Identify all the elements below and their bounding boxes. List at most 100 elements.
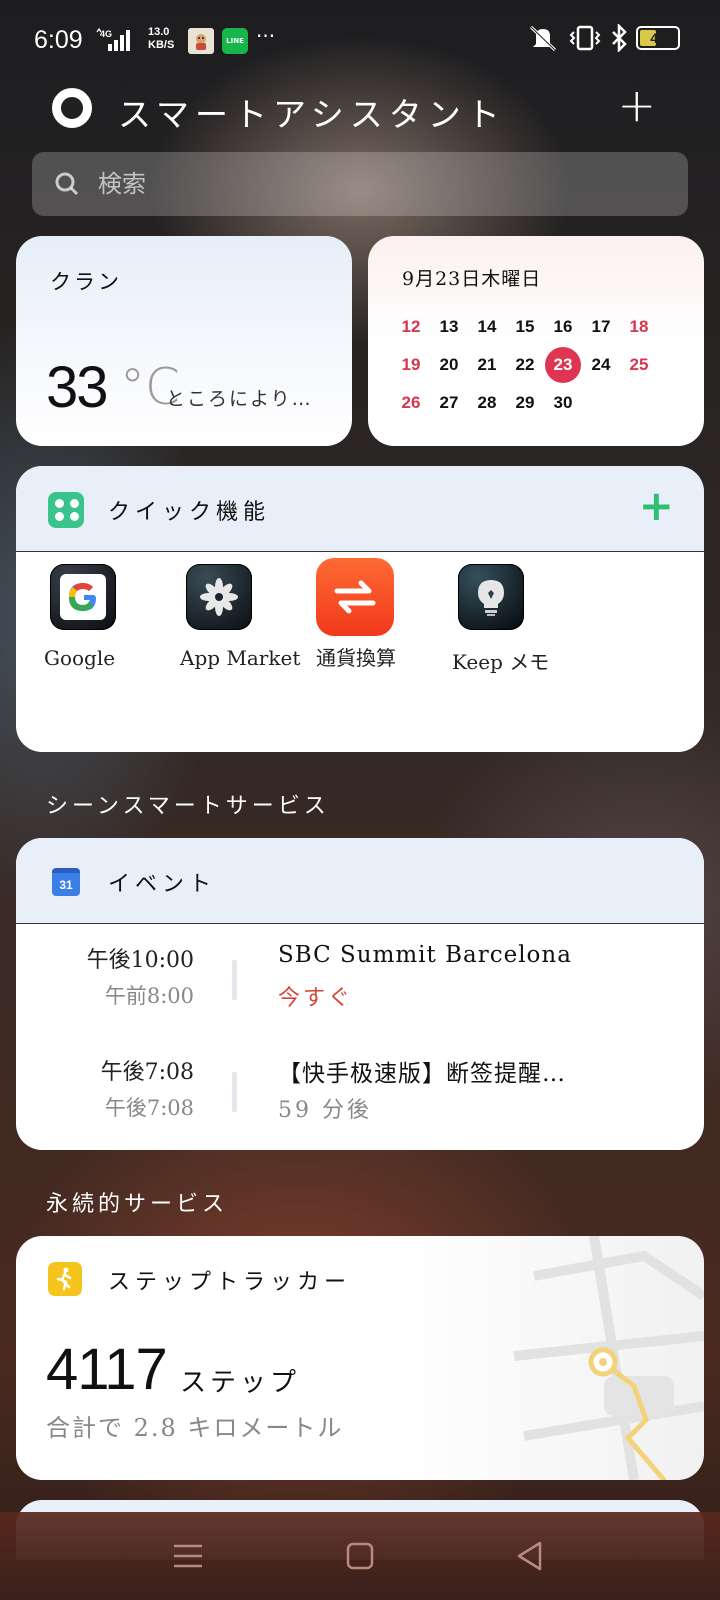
step-distance: 合計で 2.8 キロメートル	[46, 1414, 344, 1442]
network-type: 4G	[100, 29, 112, 39]
search-icon	[55, 172, 79, 196]
event-name: 【快手极速版】断签提醒…	[278, 1061, 566, 1087]
calendar-grid: 12 13 14 15 16 17 18 19 20 21 22 23 24 25 26 27 28 29 30	[392, 308, 688, 422]
menu-button[interactable]	[164, 1532, 212, 1580]
status-bar: 6:09 4G 13.0 KB/S LINE ··· 40	[0, 0, 720, 80]
quick-app-label: Keep メモ	[452, 650, 550, 674]
add-quick-function-button[interactable]: +	[639, 480, 674, 532]
header: スマートアシスタント +	[52, 82, 672, 134]
line-app-icon: LINE	[222, 28, 248, 54]
quick-app-currency[interactable]: 通貨換算	[316, 558, 452, 675]
home-button[interactable]	[336, 1532, 384, 1580]
events-card[interactable]: 31 イベント 午後10:00 午前8:00 SBC Summit Barcel…	[16, 838, 704, 1150]
calendar-day[interactable]: 26	[392, 385, 430, 421]
signal-icon: 4G	[96, 28, 130, 51]
calendar-day[interactable]: 22	[506, 347, 544, 383]
calendar-day[interactable]: 27	[430, 385, 468, 421]
calendar-day[interactable]: 24	[582, 347, 620, 383]
event-divider	[232, 960, 237, 1000]
calendar-week-row: 12 13 14 15 16 17 18	[392, 308, 688, 346]
step-tracker-title: ステップトラッカー	[108, 1270, 352, 1295]
currency-exchange-icon	[316, 558, 394, 636]
calendar-day[interactable]: 28	[468, 385, 506, 421]
assistant-logo-icon	[52, 88, 92, 128]
quick-functions-title: クイック機能	[108, 500, 271, 525]
calendar-day[interactable]: 14	[468, 309, 506, 345]
event-end-time: 午後7:08	[104, 1096, 194, 1120]
event-divider	[232, 1072, 237, 1112]
app-market-icon	[186, 564, 252, 630]
more-notifications-icon: ···	[256, 24, 276, 48]
calendar-day[interactable]: 16	[544, 309, 582, 345]
calendar-date-header: 9月23日木曜日	[402, 268, 542, 290]
event-status: 今すぐ	[278, 986, 354, 1011]
quick-functions-header: クイック機能 +	[16, 466, 704, 552]
permanent-services-title: 永続的サービス	[46, 1192, 229, 1217]
walking-icon	[48, 1262, 82, 1296]
calendar-day	[582, 385, 620, 421]
calendar-day	[620, 385, 658, 421]
menu-icon	[174, 1544, 202, 1568]
event-status: 59 分後	[278, 1098, 372, 1123]
calendar-day[interactable]: 25	[620, 347, 658, 383]
quick-functions-icon	[48, 492, 84, 528]
event-end-time: 午前8:00	[104, 984, 194, 1008]
calendar-day[interactable]: 12	[392, 309, 430, 345]
add-widget-button[interactable]: +	[617, 82, 656, 128]
weather-condition: ところにより…	[166, 388, 313, 410]
step-tracker-card[interactable]: ステップトラッカー 4117 ステップ 合計で 2.8 キロメートル	[16, 1236, 704, 1480]
calendar-day[interactable]: 17	[582, 309, 620, 345]
calendar-app-icon: 31	[52, 868, 80, 896]
status-time: 6:09	[34, 26, 83, 54]
calendar-today[interactable]: 23	[545, 347, 581, 383]
vibrate-icon	[569, 25, 601, 51]
search-bar[interactable]	[32, 152, 688, 216]
bluetooth-icon	[612, 24, 627, 52]
calendar-week-row: 26 27 28 29 30	[392, 384, 688, 422]
weather-temperature: 33	[46, 355, 108, 420]
quick-apps-list: Google App Market 通貨換算 Keep メモ	[44, 558, 588, 675]
calendar-day[interactable]: 21	[468, 347, 506, 383]
event-item[interactable]: 午後10:00 午前8:00 SBC Summit Barcelona 今すぐ	[16, 942, 704, 1022]
calendar-day[interactable]: 18	[620, 309, 658, 345]
weather-city: クラン	[50, 270, 122, 294]
quick-app-label: Google	[44, 646, 116, 670]
quick-app-app-market[interactable]: App Market	[180, 564, 316, 675]
navigation-bar	[0, 1512, 720, 1600]
calendar-day[interactable]: 15	[506, 309, 544, 345]
battery-level: 40	[650, 30, 666, 46]
calendar-day[interactable]: 29	[506, 385, 544, 421]
calendar-card[interactable]: 9月23日木曜日 12 13 14 15 16 17 18 19 20 21 22 23 24 25 26 2…	[368, 236, 704, 446]
calendar-day[interactable]: 13	[430, 309, 468, 345]
events-title: イベント	[108, 872, 217, 897]
event-item[interactable]: 午後7:08 午後7:08 【快手极速版】断签提醒… 59 分後	[16, 1054, 704, 1134]
calendar-day[interactable]: 30	[544, 385, 582, 421]
search-input[interactable]	[98, 170, 658, 198]
event-start-time: 午後7:08	[100, 1060, 194, 1085]
events-header: 31 イベント	[16, 838, 704, 924]
route-map-icon	[513, 1236, 704, 1480]
google-icon	[50, 564, 116, 630]
scene-services-title: シーンスマートサービス	[46, 794, 330, 819]
quick-app-label: App Market	[180, 646, 301, 670]
step-count: 4117	[46, 1337, 168, 1402]
weather-card[interactable]: クラン 33 °C ところにより…	[16, 236, 352, 446]
page-title: スマートアシスタント	[118, 95, 506, 134]
quick-app-label: 通貨換算	[316, 646, 396, 670]
keep-notes-icon	[458, 564, 524, 630]
status-right-group: 40	[526, 24, 680, 52]
calendar-day[interactable]: 20	[430, 347, 468, 383]
step-unit: ステップ	[180, 1368, 301, 1398]
home-icon	[346, 1542, 374, 1570]
quick-app-google[interactable]: Google	[44, 564, 180, 675]
back-button[interactable]	[506, 1532, 554, 1580]
mute-vibrate-icon	[529, 25, 557, 52]
event-start-time: 午後10:00	[86, 948, 194, 973]
back-icon	[517, 1541, 542, 1571]
quick-app-keep[interactable]: Keep メモ	[452, 564, 588, 675]
calendar-day[interactable]: 19	[392, 347, 430, 383]
calendar-week-row: 19 20 21 22 23 24 25	[392, 346, 688, 384]
notification-app-icon	[188, 28, 214, 54]
battery-icon: 40	[636, 26, 680, 50]
network-speed: 13.0 KB/S	[148, 26, 175, 51]
